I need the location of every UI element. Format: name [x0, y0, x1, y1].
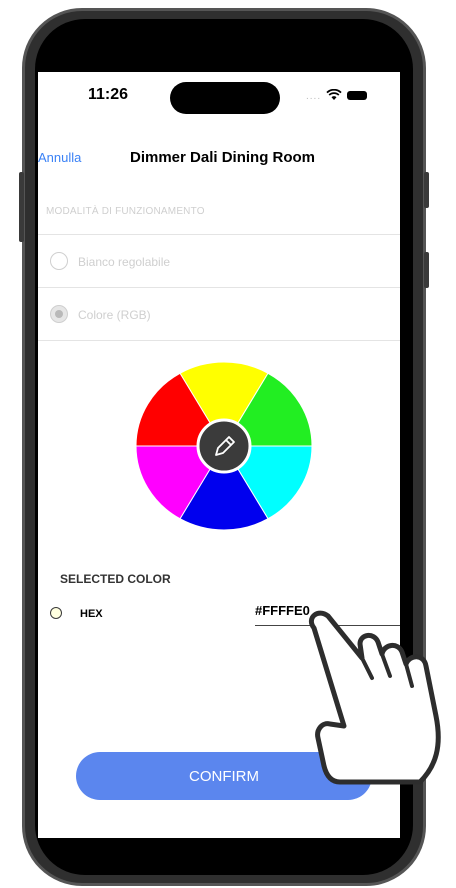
- radio-bianco-regolabile[interactable]: [50, 252, 68, 270]
- radio-colore-rgb[interactable]: [50, 305, 68, 323]
- power-button: [424, 172, 429, 208]
- edit-color-button[interactable]: [196, 418, 252, 474]
- divider: [38, 234, 400, 235]
- color-swatch: [50, 607, 62, 619]
- status-time: 11:26: [88, 86, 129, 103]
- page-title: Dimmer Dali Dining Room: [130, 149, 316, 166]
- status-icons: ....: [306, 86, 367, 102]
- divider: [38, 287, 400, 288]
- selected-color-title: SELECTED COLOR: [60, 572, 171, 586]
- battery-icon: [346, 90, 367, 100]
- option-label-bianco: Bianco regolabile: [78, 255, 171, 269]
- wifi-icon: [326, 86, 347, 102]
- signal-indicator: ....: [306, 91, 322, 102]
- pointing-hand-icon: [308, 610, 441, 785]
- dynamic-island: [170, 82, 280, 114]
- mode-section-label: MODALITÀ DI FUNZIONAMENTO: [46, 206, 205, 217]
- divider: [38, 340, 400, 341]
- color-wheel[interactable]: [136, 362, 312, 530]
- hex-label: HEX: [80, 608, 103, 620]
- option-label-colore: Colore (RGB): [78, 308, 151, 322]
- cancel-button[interactable]: Annulla: [38, 150, 81, 165]
- power-button-lower: [424, 252, 429, 288]
- volume-button: [19, 172, 24, 242]
